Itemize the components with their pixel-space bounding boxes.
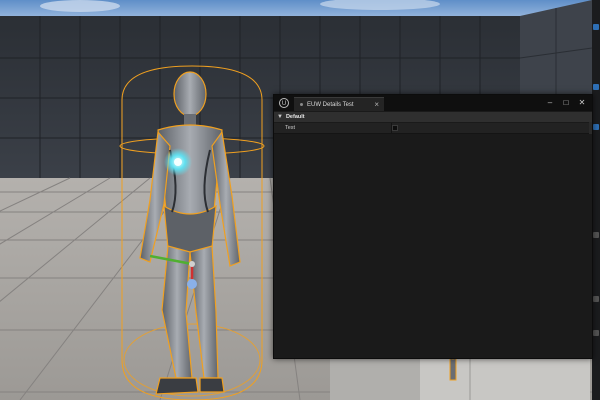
details-scrollbar[interactable] <box>589 122 592 134</box>
toolbar-button-icon[interactable] <box>593 124 599 130</box>
unreal-logo-icon: U <box>279 98 289 108</box>
tab-label: EUW Details Test <box>307 101 354 108</box>
tab-close-icon[interactable]: × <box>374 99 379 111</box>
category-label: Default <box>285 114 305 120</box>
toolbar-button-icon[interactable] <box>593 232 599 238</box>
toolbar-button-icon[interactable] <box>593 24 599 30</box>
toolbar-button-icon[interactable] <box>593 296 599 302</box>
toolbar-button-icon[interactable] <box>593 330 599 336</box>
euw-details-window[interactable]: U EUW Details Test × – □ ✕ ▼ Default Tes… <box>273 94 593 359</box>
toolbar-button-icon[interactable] <box>593 84 599 90</box>
maximize-icon[interactable]: □ <box>560 97 572 109</box>
collapse-arrow-icon: ▼ <box>277 114 283 120</box>
category-default[interactable]: ▼ Default <box>274 112 592 122</box>
property-row-test: Test <box>274 123 592 134</box>
tab-dot-icon <box>300 103 303 106</box>
editor-side-toolbar <box>592 0 600 400</box>
close-icon[interactable]: ✕ <box>576 97 588 109</box>
tab-euw-details-test[interactable]: EUW Details Test × <box>294 97 384 111</box>
test-checkbox[interactable] <box>392 125 398 131</box>
minimize-icon[interactable]: – <box>544 97 556 109</box>
window-titlebar[interactable]: U EUW Details Test × – □ ✕ <box>274 95 592 111</box>
property-name: Test <box>285 125 296 131</box>
